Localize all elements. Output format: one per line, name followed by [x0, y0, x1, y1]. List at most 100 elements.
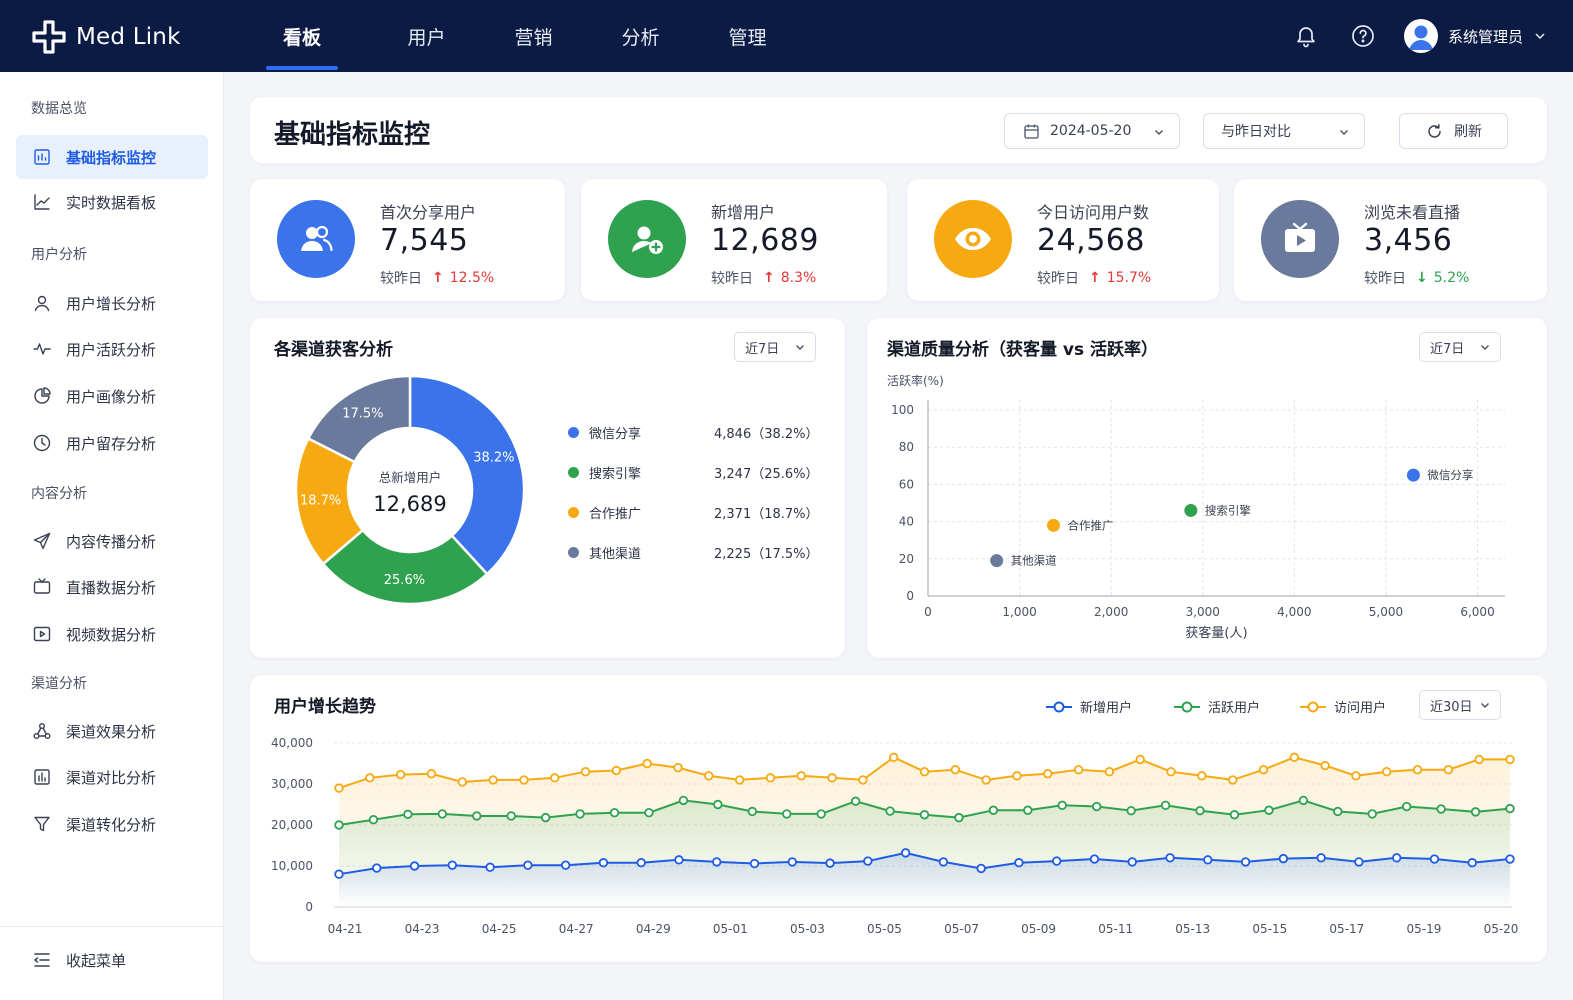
series-point[interactable]: [1264, 805, 1274, 815]
sidebar-item-1-2[interactable]: 用户画像分析: [16, 374, 208, 418]
help-icon[interactable]: [1351, 24, 1375, 48]
series-point[interactable]: [1014, 858, 1024, 868]
series-point[interactable]: [1165, 853, 1175, 863]
series-point[interactable]: [796, 771, 806, 781]
series-point[interactable]: [523, 860, 533, 870]
refresh-button[interactable]: 刷新: [1399, 113, 1508, 149]
series-point[interactable]: [395, 769, 406, 780]
series-point[interactable]: [485, 862, 495, 872]
series-point[interactable]: [457, 777, 467, 787]
kpi-card[interactable]: 今日访问用户数 24,568 较昨日 ↑ 15.7%: [907, 179, 1219, 301]
series-point[interactable]: [447, 860, 458, 870]
series-point[interactable]: [1195, 805, 1205, 816]
series-point[interactable]: [334, 783, 344, 793]
series-point[interactable]: [1474, 754, 1484, 765]
series-point[interactable]: [1227, 775, 1238, 785]
series-point[interactable]: [713, 799, 723, 810]
series-point[interactable]: [636, 858, 646, 868]
series-point[interactable]: [365, 773, 375, 783]
series-point[interactable]: [1289, 752, 1299, 763]
series-point[interactable]: [749, 858, 760, 869]
series-point[interactable]: [1203, 855, 1213, 865]
series-point[interactable]: [598, 858, 609, 868]
sidebar-item-0-0[interactable]: 基础指标监控: [16, 135, 208, 179]
series-point[interactable]: [954, 812, 964, 823]
series-point[interactable]: [678, 795, 689, 806]
series-point[interactable]: [437, 809, 448, 819]
series-point[interactable]: [885, 806, 895, 816]
series-point[interactable]: [1127, 857, 1137, 867]
series-point[interactable]: [816, 809, 826, 819]
donut-range-select[interactable]: 近7日: [734, 332, 816, 362]
series-point[interactable]: [888, 752, 899, 763]
nav-tab-0[interactable]: 看板: [266, 0, 338, 72]
bell-icon[interactable]: [1294, 24, 1318, 48]
series-point[interactable]: [642, 758, 652, 769]
series-point[interactable]: [1012, 771, 1022, 781]
series-point[interactable]: [1052, 856, 1062, 866]
series-point[interactable]: [1229, 810, 1240, 820]
brand[interactable]: Med Link: [30, 18, 181, 56]
series-point[interactable]: [409, 861, 420, 871]
scatter-point[interactable]: [1046, 518, 1060, 532]
series-point[interactable]: [900, 848, 911, 858]
donut-legend-item[interactable]: 微信分享: [568, 423, 641, 442]
series-point[interactable]: [919, 767, 930, 777]
series-point[interactable]: [1470, 807, 1481, 817]
series-point[interactable]: [372, 863, 382, 873]
kpi-card[interactable]: 浏览未看直播 3,456 较昨日 ↓ 5.2%: [1234, 179, 1547, 301]
series-point[interactable]: [1240, 857, 1251, 867]
trend-legend-item[interactable]: 新增用户: [1046, 697, 1132, 716]
series-point[interactable]: [1351, 771, 1361, 781]
series-point[interactable]: [712, 857, 722, 867]
series-point[interactable]: [827, 773, 837, 783]
sidebar-item-0-1[interactable]: 实时数据看板: [16, 180, 208, 224]
series-point[interactable]: [488, 775, 498, 785]
series-point[interactable]: [609, 807, 620, 818]
series-point[interactable]: [1057, 800, 1067, 811]
series-point[interactable]: [1092, 801, 1102, 812]
series-point[interactable]: [1320, 760, 1330, 771]
series-point[interactable]: [506, 811, 516, 821]
series-point[interactable]: [334, 869, 344, 879]
series-point[interactable]: [1401, 801, 1412, 812]
series-point[interactable]: [938, 857, 949, 867]
series-point[interactable]: [1089, 854, 1100, 864]
series-point[interactable]: [1505, 803, 1515, 814]
series-point[interactable]: [673, 762, 683, 773]
series-point[interactable]: [519, 775, 529, 785]
series-point[interactable]: [1412, 764, 1423, 775]
date-picker[interactable]: 2024-05-20: [1004, 113, 1180, 149]
donut-legend-item[interactable]: 合作推广: [568, 503, 641, 522]
sidebar-item-1-0[interactable]: 用户增长分析: [16, 281, 208, 325]
series-point[interactable]: [1429, 854, 1440, 864]
trend-legend-item[interactable]: 访问用户: [1300, 697, 1386, 716]
series-point[interactable]: [1023, 805, 1033, 815]
sidebar-item-3-0[interactable]: 渠道效果分析: [16, 709, 208, 753]
series-point[interactable]: [368, 814, 379, 825]
series-point[interactable]: [644, 807, 654, 818]
trend-range-select[interactable]: 近30日: [1419, 690, 1501, 720]
series-point[interactable]: [1443, 764, 1454, 775]
series-point[interactable]: [787, 857, 797, 867]
series-point[interactable]: [1166, 767, 1176, 777]
series-point[interactable]: [850, 796, 861, 806]
series-point[interactable]: [611, 765, 622, 776]
scatter-point[interactable]: [1406, 468, 1420, 482]
kpi-card[interactable]: 首次分享用户 7,545 较昨日 ↑ 12.5%: [250, 179, 565, 301]
series-point[interactable]: [1126, 805, 1136, 816]
series-point[interactable]: [1135, 754, 1145, 765]
scatter-point[interactable]: [990, 554, 1004, 568]
series-point[interactable]: [1391, 853, 1402, 863]
series-point[interactable]: [747, 806, 757, 817]
series-point[interactable]: [734, 775, 745, 785]
series-point[interactable]: [950, 764, 961, 775]
series-point[interactable]: [472, 811, 482, 821]
series-point[interactable]: [1258, 764, 1269, 775]
collapse-menu-button[interactable]: 收起菜单: [16, 938, 208, 982]
series-point[interactable]: [976, 863, 986, 874]
series-point[interactable]: [426, 769, 437, 779]
series-point[interactable]: [1073, 764, 1084, 775]
scatter-range-select[interactable]: 近7日: [1419, 332, 1501, 362]
series-point[interactable]: [1505, 854, 1515, 864]
